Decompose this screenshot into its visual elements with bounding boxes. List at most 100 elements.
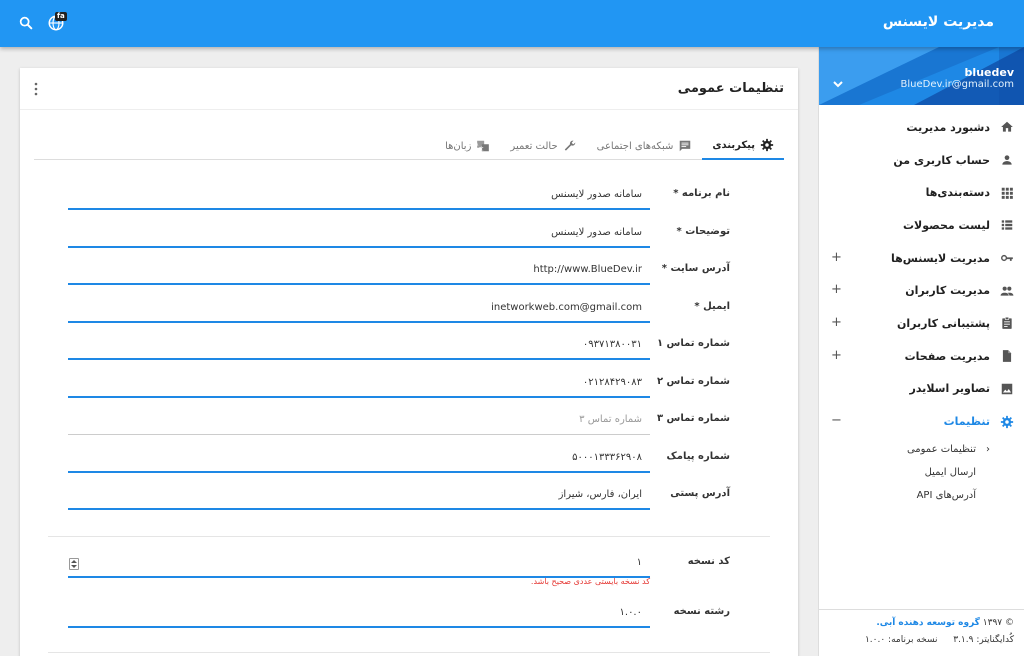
version-string-label: رشته نسخه [673, 606, 730, 617]
sidebar-item-label: دشبورد مدیریت [906, 120, 990, 134]
form-row-app-name: نام برنامه * [68, 176, 768, 216]
form-row-site-url: آدرس سایت * [68, 251, 768, 291]
site-url-label: آدرس سایت * [661, 263, 730, 274]
form-row-phone1: شماره تماس ۱ [68, 326, 768, 366]
email-field[interactable] [68, 293, 650, 323]
app-title: مدیریت لایسنس [882, 14, 994, 30]
sidebar-item-dashboard[interactable]: دشبورد مدیریت [819, 111, 1024, 144]
form-row-phone2: شماره تماس ۲ [68, 364, 768, 404]
sidebar: bluedev BlueDev.ir@gmail.com دشبورد مدیر… [818, 47, 1024, 656]
sidebar-item-label: تصاویر اسلایدر [909, 382, 991, 396]
clipboard-icon [1002, 317, 1012, 330]
phone2-label: شماره تماس ۲ [656, 376, 730, 387]
settings-card: تنظیمات عمومی پیکربندی شبکه‌های اجتماعی … [20, 68, 798, 656]
sidebar-item-slider[interactable]: تصاویر اسلایدر [819, 373, 1024, 406]
sms-label: شماره پیامک [666, 451, 730, 462]
version-code-input[interactable] [68, 548, 650, 578]
expand-icon[interactable]: + [831, 315, 842, 330]
form-row-phone3: شماره تماس ۳ [68, 401, 768, 441]
file-icon [1002, 350, 1012, 362]
sidebar-item-categories[interactable]: دسته‌بندی‌ها [819, 176, 1024, 209]
phone2-input[interactable] [68, 368, 650, 398]
sidebar-item-label: لیست محصولات [902, 218, 990, 232]
address-label: آدرس پستی [670, 488, 730, 499]
gear-icon [760, 138, 774, 152]
home-icon [1001, 122, 1013, 133]
tab-languages[interactable]: A文 زبان‌ها [435, 132, 500, 160]
sidebar-item-pages[interactable]: مدیریت صفحات + [819, 340, 1024, 373]
codeigniter-version: کُدایگنایتر: ۳.۱.۹ [953, 635, 1014, 645]
submenu-item-email[interactable]: ارسال ایمیل [819, 461, 1024, 484]
form-row-address: آدرس پستی [68, 476, 768, 516]
sidebar-item-label: مدیریت کاربران [905, 284, 990, 298]
tab-configuration[interactable]: پیکربندی [702, 132, 784, 160]
app-name-input[interactable] [68, 180, 650, 210]
card-header: تنظیمات عمومی [20, 68, 798, 110]
site-url-input[interactable] [68, 255, 650, 285]
settings-submenu: ‹ تنظیمات عمومی ارسال ایمیل آدرس‌های API [819, 438, 1024, 507]
version-string-input[interactable] [68, 598, 650, 628]
app-version: نسخه برنامه: ۱.۰.۰ [864, 635, 938, 645]
description-input[interactable] [68, 218, 650, 248]
wrench-icon [564, 140, 575, 151]
profile-email: BlueDev.ir@gmail.com [900, 79, 1014, 90]
expand-icon[interactable]: + [831, 282, 842, 297]
submenu-item-api[interactable]: آدرس‌های API [819, 484, 1024, 507]
image-icon [1001, 383, 1013, 395]
form-row-version-string: رشته نسخه [68, 594, 768, 634]
number-stepper[interactable] [69, 558, 79, 570]
description-label: توضیحات * [676, 226, 731, 237]
sidebar-item-settings[interactable]: تنظیمات − [819, 405, 1024, 438]
sidebar-item-account[interactable]: حساب کاربری من [819, 144, 1024, 177]
translate-icon: A文 [476, 140, 490, 152]
collapse-icon[interactable]: − [831, 413, 842, 428]
section-divider [48, 536, 770, 537]
gear-icon [1000, 415, 1014, 428]
tab-social[interactable]: شبکه‌های اجتماعی [587, 132, 703, 160]
language-badge[interactable]: fa [55, 12, 67, 21]
settings-tabs: پیکربندی شبکه‌های اجتماعی حالت تعمیر A文 … [34, 132, 784, 160]
sms-input[interactable] [68, 443, 650, 473]
grid-icon [1001, 187, 1013, 199]
sidebar-item-label: حساب کاربری من [893, 153, 990, 167]
phone3-label: شماره تماس ۳ [656, 413, 730, 424]
section-divider [48, 652, 770, 653]
more-vert-icon[interactable] [34, 82, 38, 96]
sidebar-menu: دشبورد مدیریت حساب کاربری من دسته‌بندی‌ه… [819, 105, 1024, 438]
phone1-label: شماره تماس ۱ [656, 338, 730, 349]
phone1-input[interactable] [68, 330, 650, 360]
profile-banner: bluedev BlueDev.ir@gmail.com [819, 47, 1024, 105]
version-code-label: کد نسخه [687, 556, 730, 567]
sidebar-item-label: مدیریت لایسنس‌ها [890, 251, 990, 265]
sidebar-footer: © ۱۳۹۷ گروه توسعه دهنده آبی. کُدایگنایتر… [819, 609, 1024, 656]
expand-icon[interactable]: + [831, 348, 842, 363]
app-name-label: نام برنامه * [673, 188, 730, 199]
address-input[interactable] [68, 480, 650, 510]
chevron-down-icon[interactable] [833, 80, 843, 88]
key-icon [1001, 255, 1013, 262]
sidebar-item-label: دسته‌بندی‌ها [925, 186, 990, 200]
phone3-input[interactable] [68, 405, 650, 435]
version-code-error: کد نسخه بایستی عددی صحیح باشد. [530, 577, 650, 586]
expand-icon[interactable]: + [831, 250, 842, 265]
company-link[interactable]: گروه توسعه دهنده آبی. [876, 618, 980, 628]
list-icon [1001, 220, 1013, 231]
chevron-left-icon: ‹ [986, 443, 990, 455]
email-label: ایمیل * [694, 301, 730, 312]
sidebar-item-label: تنظیمات [943, 415, 990, 429]
tab-maintenance[interactable]: حالت تعمیر [500, 132, 586, 160]
top-app-bar: مدیریت لایسنس fa [0, 0, 1024, 47]
form-row-email: ایمیل * [68, 289, 768, 329]
sidebar-item-label: مدیریت صفحات [904, 349, 990, 363]
form-row-description: توضیحات * [68, 214, 768, 254]
sidebar-item-licenses[interactable]: مدیریت لایسنس‌ها + [819, 242, 1024, 275]
submenu-item-general[interactable]: ‹ تنظیمات عمومی [819, 438, 1024, 461]
group-icon [1000, 286, 1014, 296]
chat-icon [680, 140, 691, 152]
sidebar-item-users[interactable]: مدیریت کاربران + [819, 274, 1024, 307]
search-icon[interactable] [18, 15, 34, 31]
page-title: تنظیمات عمومی [677, 81, 784, 96]
sidebar-item-support[interactable]: پشتیبانی کاربران + [819, 307, 1024, 340]
sidebar-item-products[interactable]: لیست محصولات [819, 209, 1024, 242]
form-row-sms: شماره پیامک [68, 439, 768, 479]
